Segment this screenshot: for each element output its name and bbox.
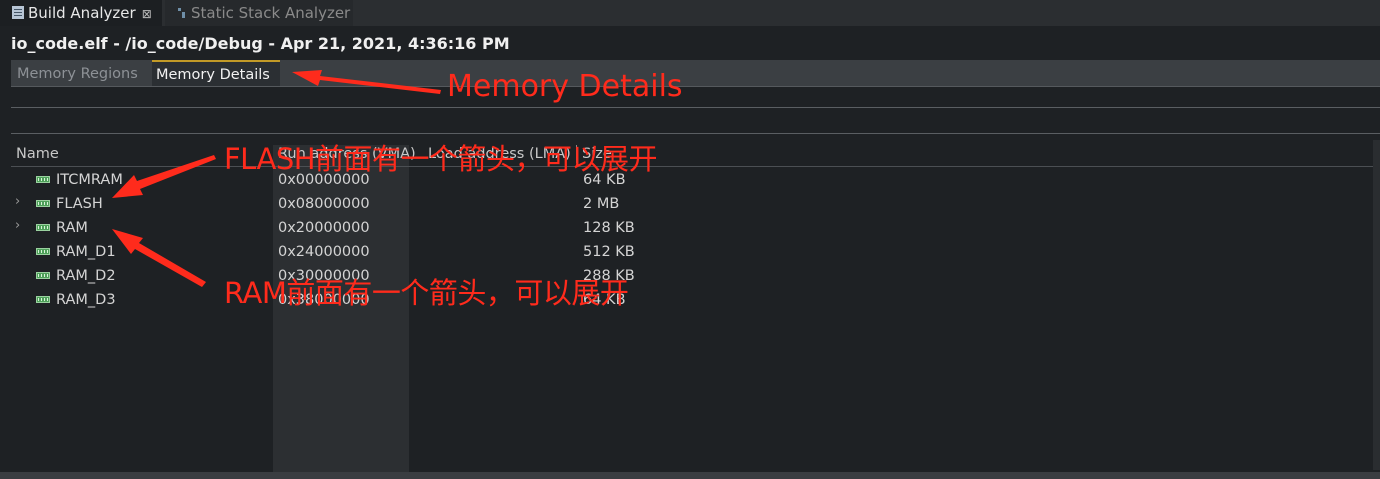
row-name: ITCMRAM	[56, 172, 123, 188]
row-name: RAM	[56, 220, 88, 236]
bottom-border	[0, 472, 1380, 479]
memory-chip-icon	[36, 296, 50, 303]
memory-chip-icon	[36, 200, 50, 207]
expand-chevron-icon[interactable]: ›	[15, 218, 20, 233]
table-row[interactable]: ITCMRAM 0x00000000 64 KB	[0, 168, 1380, 192]
row-run-address: 0x08000000	[278, 196, 370, 212]
table-row[interactable]: RAM_D1 0x24000000 512 KB	[0, 240, 1380, 264]
scrollbar-track[interactable]	[1373, 140, 1380, 470]
close-icon[interactable]: ⊠	[142, 7, 152, 21]
table-row[interactable]: RAM_D3 0x38000000 64 KB	[0, 288, 1380, 312]
stack-analyzer-icon	[177, 6, 187, 19]
annotation-ram-note: RAM前面有一个箭头，可以展开	[224, 276, 629, 310]
memory-chip-icon	[36, 248, 50, 255]
row-size: 2 MB	[583, 196, 620, 212]
row-run-address: 0x20000000	[278, 220, 370, 236]
table-row[interactable]: › RAM 0x20000000 128 KB	[0, 216, 1380, 240]
memory-chip-icon	[36, 176, 50, 183]
divider	[11, 107, 1380, 108]
row-size: 128 KB	[583, 220, 635, 236]
row-name: RAM_D3	[56, 292, 116, 308]
memory-chip-icon	[36, 272, 50, 279]
table-row[interactable]: › FLASH 0x08000000 2 MB	[0, 192, 1380, 216]
tab-build-analyzer-label: Build Analyzer	[28, 4, 136, 22]
memory-chip-icon	[36, 224, 50, 231]
memory-table-body: ITCMRAM 0x00000000 64 KB › FLASH 0x08000…	[0, 168, 1380, 312]
annotation-flash-note: FLASH前面有一个箭头，可以展开	[224, 142, 658, 176]
row-name: FLASH	[56, 196, 103, 212]
tab-static-stack-analyzer[interactable]: Static Stack Analyzer	[165, 0, 353, 26]
page-title: io_code.elf - /io_code/Debug - Apr 21, 2…	[11, 34, 510, 53]
column-header-name[interactable]: Name	[16, 146, 59, 162]
annotation-memory-details: Memory Details	[447, 69, 683, 104]
divider	[11, 133, 1380, 134]
table-row[interactable]: RAM_D2 0x30000000 288 KB	[0, 264, 1380, 288]
table-header: Name Run address (VMA) Load address (LMA…	[11, 142, 1380, 167]
tab-memory-regions[interactable]: Memory Regions	[11, 60, 152, 86]
row-name: RAM_D1	[56, 244, 116, 260]
view-tab-bar: Build Analyzer ⊠ Static Stack Analyzer	[0, 0, 1380, 26]
row-size: 512 KB	[583, 244, 635, 260]
expand-chevron-icon[interactable]: ›	[15, 194, 20, 209]
sub-tab-bar: Memory Regions Memory Details	[11, 60, 1380, 87]
row-run-address: 0x24000000	[278, 244, 370, 260]
tab-build-analyzer[interactable]: Build Analyzer ⊠	[0, 0, 162, 26]
row-name: RAM_D2	[56, 268, 116, 284]
analyzer-doc-icon	[12, 6, 24, 19]
tab-static-stack-analyzer-label: Static Stack Analyzer	[191, 4, 351, 22]
tab-memory-details[interactable]: Memory Details	[152, 60, 280, 86]
